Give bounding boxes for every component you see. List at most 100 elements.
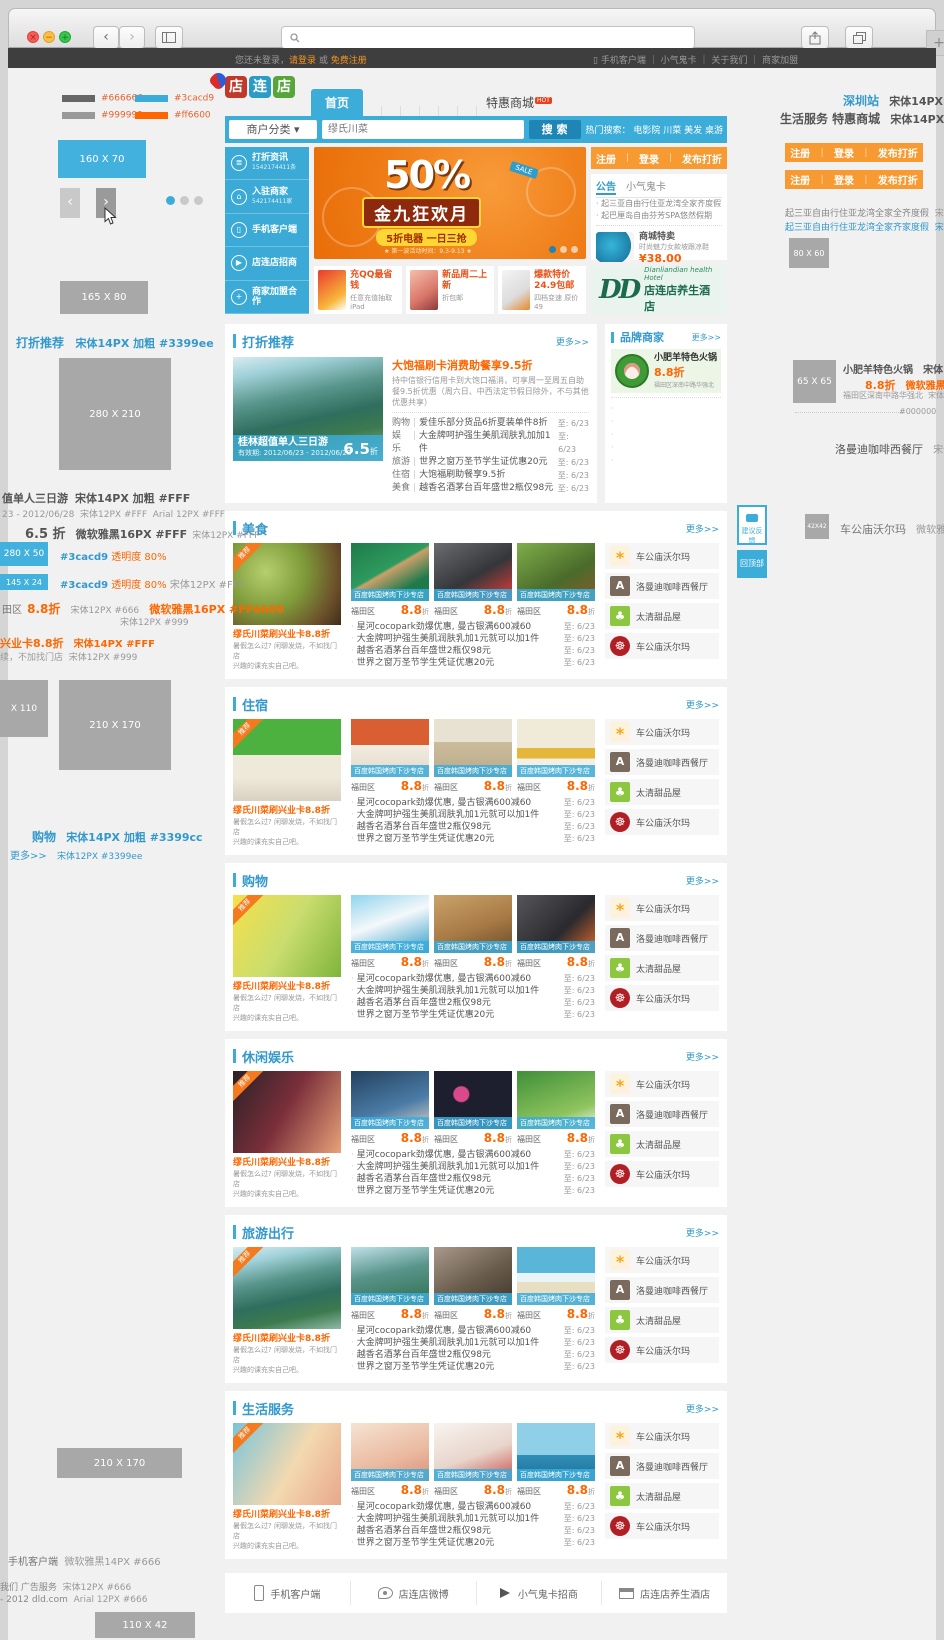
nav-tab[interactable] (382, 106, 401, 116)
topbar-link-mobile[interactable]: 手机客户端 (601, 56, 646, 66)
carousel-dot-3[interactable] (571, 246, 578, 253)
hot-search-terms[interactable]: 热门搜索： 电影院 川菜 美发 桌游 (586, 123, 723, 136)
deal-card[interactable]: 百度韩国烤肉下沙专店 福田区8.8折 (517, 895, 595, 969)
deal-card[interactable]: 百度韩国烤肉下沙专店 福田区8.8折 (351, 1423, 429, 1497)
more-link[interactable]: 更多>> (556, 335, 589, 348)
nav-tab[interactable] (363, 106, 382, 116)
deal-row[interactable]: · 越香名酒茅台百年盛世2瓶仅98元至: 6/23 (351, 645, 595, 657)
deal-row[interactable]: · 越香名酒茅台百年盛世2瓶仅98元至: 6/23 (351, 821, 595, 833)
topbar-link-join[interactable]: 商家加盟 (762, 56, 798, 66)
merchant-row[interactable]: *车公庙沃尔玛 (605, 1071, 719, 1097)
forward-button[interactable]: › (119, 26, 145, 49)
address-search-field[interactable] (281, 26, 695, 49)
deal-row[interactable]: · 星河cocopark劲爆优惠, 曼古银满600减60至: 6/23 (351, 621, 595, 633)
deal-card[interactable]: 百度韩国烤肉下沙专店 福田区8.8折 (517, 1071, 595, 1145)
tab-announcements[interactable]: 公告 (596, 178, 616, 195)
merchant-row[interactable]: ☸车公庙沃尔玛 (605, 633, 719, 659)
footer-service-hotel[interactable]: 店连店养生酒店 (602, 1581, 727, 1605)
deal-row[interactable]: 娱乐|大金牌呵护强生美肌润肤乳加加1件至: 6/23 (392, 430, 589, 456)
nav-tab[interactable] (439, 106, 458, 116)
deal-card[interactable]: 百度韩国烤肉下沙专店 福田区8.8折 (351, 895, 429, 969)
deal-row[interactable]: · 世界之窗万圣节学生凭证优惠20元至: 6/23 (351, 1361, 595, 1373)
deal-card[interactable]: 百度韩国烤肉下沙专店 福田区8.8折 (351, 1247, 429, 1321)
deal-row[interactable]: · 世界之窗万圣节学生凭证优惠20元至: 6/23 (351, 833, 595, 845)
login-link[interactable]: 请登录 (289, 56, 316, 66)
close-window-button[interactable]: × (27, 31, 39, 43)
merchant-row[interactable]: A洛曼迪咖啡西餐厅 (605, 1277, 719, 1303)
featured-merchant-card[interactable]: 推荐 缪氏川菜刷兴业卡8.8折 暑假怎么过? 闲聊发烧，不如找门店 兴趣的课充实… (233, 1071, 341, 1199)
promo-card[interactable]: 新品周二上新折包邮 (406, 266, 494, 314)
more-link[interactable]: 更多>> (686, 698, 719, 711)
more-link[interactable]: 更多>> (686, 522, 719, 535)
more-link[interactable]: 更多>> (686, 1226, 719, 1239)
merchant-row[interactable]: ☸车公庙沃尔玛 (605, 1161, 719, 1187)
site-logo[interactable]: 店连店 (225, 76, 297, 98)
show-tabs-button[interactable] (845, 26, 873, 49)
side-menu-item[interactable]: ▯ 手机客户端 (225, 214, 309, 247)
merchant-row[interactable]: ☸车公庙沃尔玛 (605, 1337, 719, 1363)
merchant-row[interactable]: ☸车公庙沃尔玛 (605, 985, 719, 1011)
feedback-widget[interactable]: 建议反馈 (737, 505, 767, 545)
more-link[interactable]: 更多>> (686, 1402, 719, 1415)
merchant-row[interactable]: A洛曼迪咖啡西餐厅 (605, 1453, 719, 1479)
back-to-top-button[interactable]: 回顶部 (737, 550, 767, 578)
deal-row[interactable]: · 世界之窗万圣节学生凭证优惠20元至: 6/23 (351, 1537, 595, 1549)
brand-list-item[interactable] (611, 428, 721, 441)
side-menu-item[interactable]: ▶ 店连店招商 (225, 247, 309, 280)
merchant-row[interactable]: *车公庙沃尔玛 (605, 1247, 719, 1273)
deal-card[interactable]: 百度韩国烤肉下沙专店 福田区8.8折 (351, 719, 429, 793)
featured-deal-photo[interactable]: 桂林超值单人三日游 有效期: 2012/06/23 - 2012/06/28 6… (233, 357, 383, 461)
merchant-row[interactable]: ♣太清甜品屋 (605, 1483, 719, 1509)
merchant-row[interactable]: *车公庙沃尔玛 (605, 719, 719, 745)
deal-card[interactable]: 百度韩国烤肉下沙专店 福田区8.8折 (434, 1071, 512, 1145)
merchant-row[interactable]: *车公庙沃尔玛 (605, 895, 719, 921)
deal-row[interactable]: · 大金牌呵护强生美肌润肤乳加1元就可以加1件至: 6/23 (351, 1337, 595, 1349)
featured-merchant-card[interactable]: 推荐 缪氏川菜刷兴业卡8.8折 暑假怎么过? 闲聊发烧，不如找门店 兴趣的课充实… (233, 1247, 341, 1375)
deal-card[interactable]: 百度韩国烤肉下沙专店 福田区8.8折 (517, 719, 595, 793)
merchant-row[interactable]: ♣太清甜品屋 (605, 1307, 719, 1333)
deal-card[interactable]: 百度韩国烤肉下沙专店 福田区8.8折 (434, 895, 512, 969)
nav-tab-mall[interactable]: 特惠商城HOT (477, 89, 561, 116)
promo-card[interactable]: 爆款特价24.9包邮四档变速 原价49 (498, 266, 586, 314)
deal-row[interactable]: · 星河cocopark劲爆优惠, 曼古银满600减60至: 6/23 (351, 973, 595, 985)
share-button[interactable] (801, 26, 829, 49)
deal-row[interactable]: · 星河cocopark劲爆优惠, 曼古银满600减60至: 6/23 (351, 1325, 595, 1337)
merchant-row[interactable]: ♣太清甜品屋 (605, 603, 719, 629)
deal-row[interactable]: 旅游|世界之窗万圣节学生证优惠20元至: 6/23 (392, 456, 589, 469)
deal-card[interactable]: 百度韩国烤肉下沙专店 福田区8.8折 (517, 1247, 595, 1321)
register-button[interactable]: 注册 (596, 151, 616, 166)
deal-row[interactable]: · 世界之窗万圣节学生凭证优惠20元至: 6/23 (351, 1009, 595, 1021)
hotel-ad-card[interactable]: DD Dianliandian health Hotel 店连店养生酒店 (591, 266, 727, 314)
search-input[interactable] (322, 120, 524, 139)
merchant-row[interactable]: A洛曼迪咖啡西餐厅 (605, 749, 719, 775)
merchant-row[interactable]: ♣太清甜品屋 (605, 955, 719, 981)
side-menu-item[interactable]: ≣ 打折资讯1542174411条 (225, 147, 309, 180)
more-link[interactable]: 更多>> (686, 874, 719, 887)
carousel-dot-2[interactable] (560, 246, 567, 253)
footer-service-card[interactable]: 小气鬼卡招商 (477, 1581, 603, 1605)
carousel-dot-1[interactable] (549, 246, 556, 253)
merchant-row[interactable]: ♣太清甜品屋 (605, 779, 719, 805)
sidebar-toggle-button[interactable] (155, 26, 183, 49)
merchant-row[interactable]: ☸车公庙沃尔玛 (605, 809, 719, 835)
login-button[interactable]: 登录 (639, 151, 659, 166)
side-menu-item[interactable]: + 商家加盟合作 (225, 281, 309, 314)
topbar-link-about[interactable]: 关于我们 (711, 56, 747, 66)
deal-row[interactable]: · 世界之窗万圣节学生凭证优惠20元至: 6/23 (351, 1185, 595, 1197)
hero-banner[interactable]: 50% SALE 金九狂欢月 5折电器 一日三抢 ★ 第一波活动时间：9.3-9… (314, 147, 586, 259)
deal-card[interactable]: 百度韩国烤肉下沙专店 福田区8.8折 (517, 543, 595, 617)
deal-row[interactable]: · 星河cocopark劲爆优惠, 曼古银满600减60至: 6/23 (351, 797, 595, 809)
category-select[interactable]: 商户分类 ▾ (229, 120, 317, 139)
deal-row[interactable]: 购物|爱佳乐部分货品6折夏装单件8折至: 6/23 (392, 417, 589, 430)
deal-row[interactable]: · 大金牌呵护强生美肌润肤乳加1元就可以加1件至: 6/23 (351, 633, 595, 645)
minimize-window-button[interactable]: − (43, 31, 55, 43)
nav-tab-home[interactable]: 首页 (311, 89, 363, 116)
footer-service-mobile[interactable]: 手机客户端 (225, 1581, 351, 1605)
zoom-window-button[interactable]: + (59, 31, 71, 43)
brand-list-item[interactable] (611, 454, 721, 467)
deal-card[interactable]: 百度韩国烤肉下沙专店 福田区8.8折 (351, 1071, 429, 1145)
side-menu-item[interactable]: ⌂ 入驻商家542174411家 (225, 180, 309, 213)
deal-row[interactable]: 住宿|大饱福刷助餐享9.5折至: 6/23 (392, 469, 589, 482)
brand-list-item[interactable] (611, 402, 721, 415)
notice-item[interactable]: · 起巴厘岛自由芬芳SPA悠然假期 (596, 210, 722, 222)
